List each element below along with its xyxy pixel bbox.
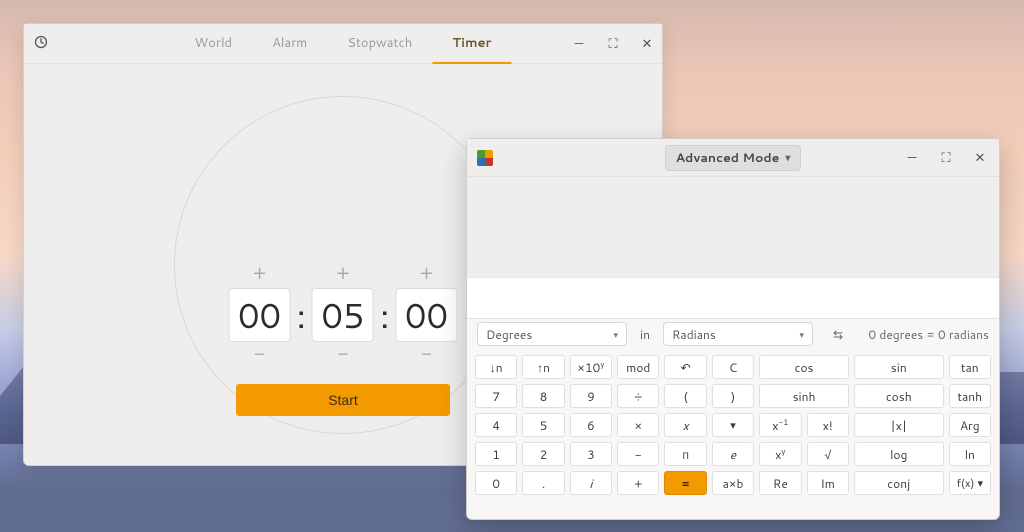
key-plus[interactable]: + <box>617 471 659 495</box>
key-rparen[interactable]: ) <box>712 384 754 408</box>
key-cosh[interactable]: cosh <box>854 384 944 408</box>
hours-plus[interactable]: + <box>253 262 267 288</box>
key-div[interactable]: ÷ <box>617 384 659 408</box>
tab-stopwatch[interactable]: Stopwatch <box>327 24 432 64</box>
maximize-button[interactable]: ⛶ <box>604 35 622 53</box>
key-shift-down[interactable]: ↓n <box>475 355 517 379</box>
key-8[interactable]: 8 <box>522 384 564 408</box>
tab-timer[interactable]: Timer <box>432 24 511 64</box>
swap-button[interactable]: ⇆ <box>821 326 855 343</box>
calculator-window: Advanced Mode ▾ — ⛶ ✕ Degrees ▾ in Radia… <box>466 138 1000 520</box>
key-sin[interactable]: sin <box>854 355 944 379</box>
conv-to-label: Radians <box>672 326 716 343</box>
unit-conversion-row: Degrees ▾ in Radians ▾ ⇆ 0 degrees = 0 r… <box>467 319 999 349</box>
clocks-window-controls: — ⛶ ✕ <box>570 35 656 53</box>
start-button[interactable]: Start <box>236 384 450 416</box>
conv-to-select[interactable]: Radians ▾ <box>663 322 813 346</box>
key-cos[interactable]: cos <box>759 355 849 379</box>
clocks-tabs: World Alarm Stopwatch Timer <box>174 24 511 64</box>
key-sqrt[interactable]: √ <box>807 442 849 466</box>
calculator-window-controls: — ⛶ ✕ <box>903 149 989 167</box>
hours-field[interactable]: 00 <box>229 288 291 342</box>
minimize-button[interactable]: — <box>903 149 921 167</box>
conv-from-label: Degrees <box>486 326 532 343</box>
key-sci[interactable]: ×10y <box>570 355 612 379</box>
key-axb[interactable]: a×b <box>712 471 754 495</box>
tab-alarm[interactable]: Alarm <box>252 24 327 64</box>
key-tan[interactable]: tan <box>949 355 991 379</box>
key-5[interactable]: 5 <box>522 413 564 437</box>
key-re[interactable]: Re <box>759 471 801 495</box>
key-tanh[interactable]: tanh <box>949 384 991 408</box>
calc-history-display <box>467 177 999 277</box>
chevron-down-icon: ▾ <box>799 328 804 341</box>
chevron-down-icon: ▾ <box>613 328 618 341</box>
key-7[interactable]: 7 <box>475 384 517 408</box>
minimize-button[interactable]: — <box>570 35 588 53</box>
key-0[interactable]: 0 <box>475 471 517 495</box>
key-i[interactable]: i <box>570 471 612 495</box>
maximize-button[interactable]: ⛶ <box>937 149 955 167</box>
key-sinh[interactable]: sinh <box>759 384 849 408</box>
key-im[interactable]: Im <box>807 471 849 495</box>
key-2[interactable]: 2 <box>522 442 564 466</box>
key-dot[interactable]: . <box>522 471 564 495</box>
chevron-down-icon: ▾ <box>785 151 790 165</box>
key-conj[interactable]: conj <box>854 471 944 495</box>
key-x[interactable]: x <box>664 413 706 437</box>
colon: : <box>295 291 308 339</box>
minutes-minus[interactable]: − <box>337 342 348 368</box>
minutes-plus[interactable]: + <box>336 262 350 288</box>
key-shift-up[interactable]: ↑n <box>522 355 564 379</box>
colon: : <box>378 291 391 339</box>
key-pi[interactable]: π <box>664 442 706 466</box>
key-minus[interactable]: − <box>617 442 659 466</box>
key-e[interactable]: e <box>712 442 754 466</box>
key-9[interactable]: 9 <box>570 384 612 408</box>
calculator-titlebar: Advanced Mode ▾ — ⛶ ✕ <box>467 139 999 177</box>
key-clear[interactable]: C <box>712 355 754 379</box>
key-1[interactable]: 1 <box>475 442 517 466</box>
mode-selector[interactable]: Advanced Mode ▾ <box>665 145 802 171</box>
key-mul[interactable]: × <box>617 413 659 437</box>
seconds-field[interactable]: 00 <box>395 288 457 342</box>
close-button[interactable]: ✕ <box>638 35 656 53</box>
seconds-plus[interactable]: + <box>420 262 434 288</box>
conv-result: 0 degrees = 0 radians <box>868 326 989 343</box>
key-lparen[interactable]: ( <box>664 384 706 408</box>
key-abs[interactable]: |x| <box>854 413 944 437</box>
key-fx[interactable]: f(x) ▾ <box>949 471 991 495</box>
keypad: ↓n↑n×10ymod↶Ccossintan 789÷()sinhcoshtanh… <box>467 349 999 519</box>
key-undo[interactable]: ↶ <box>664 355 706 379</box>
calculator-app-icon <box>477 150 493 166</box>
key-dropdown[interactable]: ▾ <box>712 413 754 437</box>
key-3[interactable]: 3 <box>570 442 612 466</box>
key-arg[interactable]: Arg <box>949 413 991 437</box>
conv-in-label: in <box>635 326 655 343</box>
key-xy[interactable]: xy <box>759 442 801 466</box>
minutes-field[interactable]: 05 <box>312 288 374 342</box>
key-equals[interactable]: = <box>664 471 706 495</box>
clocks-titlebar: World Alarm Stopwatch Timer — ⛶ ✕ <box>24 24 662 64</box>
conv-from-select[interactable]: Degrees ▾ <box>477 322 627 346</box>
tab-world[interactable]: World <box>174 24 252 64</box>
key-xinv[interactable]: x-1 <box>759 413 801 437</box>
key-ln[interactable]: ln <box>949 442 991 466</box>
seconds-minus[interactable]: − <box>421 342 432 368</box>
mode-label: Advanced Mode <box>676 149 780 167</box>
calc-input-display[interactable] <box>467 277 999 319</box>
hours-minus[interactable]: − <box>254 342 265 368</box>
key-4[interactable]: 4 <box>475 413 517 437</box>
key-6[interactable]: 6 <box>570 413 612 437</box>
timer-time-picker: + 00 − : + 05 − : + 00 − <box>229 262 458 368</box>
key-log[interactable]: log <box>854 442 944 466</box>
key-mod[interactable]: mod <box>617 355 659 379</box>
clock-icon <box>34 32 48 55</box>
close-button[interactable]: ✕ <box>971 149 989 167</box>
key-fact[interactable]: x! <box>807 413 849 437</box>
